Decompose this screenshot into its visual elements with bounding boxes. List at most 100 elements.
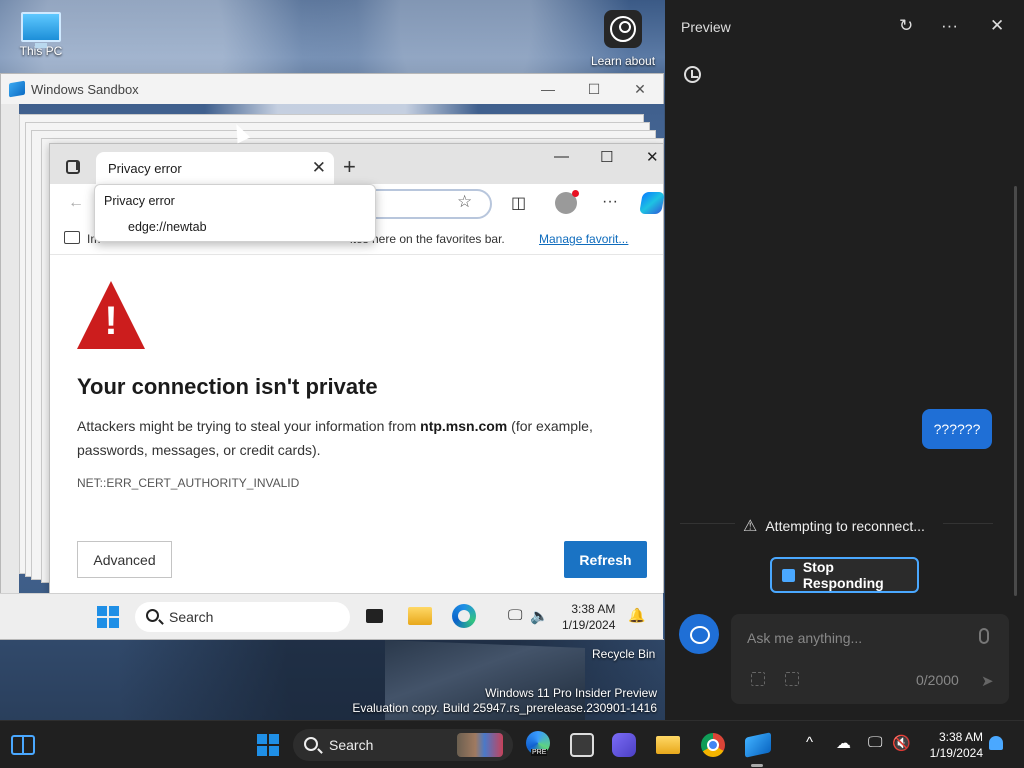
chat-input[interactable]: Ask me anything... xyxy=(747,630,862,646)
desktop-icon-recycle-bin[interactable]: Recycle Bin xyxy=(592,647,655,661)
desktop-icon-this-pc[interactable]: This PC xyxy=(12,8,70,58)
edge-icon[interactable] xyxy=(452,604,476,628)
divider xyxy=(680,523,735,524)
new-tab-button[interactable]: + xyxy=(343,154,356,180)
user-message-bubble: ?????? xyxy=(922,409,992,449)
split-screen-icon[interactable]: ◫ xyxy=(511,193,526,213)
clock-time: 3:38 AM xyxy=(938,730,983,744)
tab-close-icon[interactable]: ✕ xyxy=(312,158,326,178)
new-chat-icon[interactable] xyxy=(679,614,719,654)
sandbox-taskbar: Search 🖵 🔈 3:38 AM 1/19/2024 🔔 xyxy=(0,593,663,639)
pre-badge: PRE xyxy=(531,749,548,756)
network-icon[interactable]: 🖵 xyxy=(508,607,522,624)
stop-responding-button[interactable]: Stop Responding xyxy=(770,557,919,593)
volume-muted-icon[interactable]: 🔇 xyxy=(892,734,911,752)
search-box[interactable]: Search xyxy=(135,602,350,632)
reconnect-text: Attempting to reconnect... xyxy=(765,518,925,534)
file-explorer-icon[interactable] xyxy=(408,607,432,625)
more-menu-icon[interactable]: ··· xyxy=(602,193,618,211)
microphone-icon[interactable] xyxy=(979,628,989,644)
search-icon xyxy=(146,609,159,622)
search-icon xyxy=(304,737,318,751)
send-icon[interactable]: ➤ xyxy=(981,672,994,690)
maximize-button[interactable]: ☐ xyxy=(571,81,617,98)
build-watermark: Windows 11 Pro Insider Preview Evaluatio… xyxy=(352,686,657,716)
stop-icon xyxy=(782,568,795,582)
back-icon[interactable]: ← xyxy=(68,194,84,212)
close-button[interactable]: ✕ xyxy=(646,148,659,166)
manage-favorites-link[interactable]: Manage favorit... xyxy=(539,232,628,246)
widgets-icon[interactable] xyxy=(11,735,35,755)
network-icon[interactable]: 🖵 xyxy=(868,734,882,751)
minimize-button[interactable]: — xyxy=(554,148,569,165)
error-headline: Your connection isn't private xyxy=(77,374,378,399)
sandbox-icon xyxy=(9,80,25,98)
active-app-indicator xyxy=(751,764,763,767)
search-box[interactable]: Search xyxy=(293,729,513,761)
chrome-icon[interactable] xyxy=(701,733,725,757)
volume-icon[interactable]: 🔈 xyxy=(530,607,549,625)
close-button[interactable]: ✕ xyxy=(617,81,663,98)
edge-window: Privacy error ✕ + — ☐ ✕ ← ☆ ◫ ··· Im ite… xyxy=(49,143,665,594)
error-description: Attackers might be trying to steal your … xyxy=(77,418,593,458)
windows-sandbox-icon[interactable] xyxy=(745,732,771,758)
divider xyxy=(943,523,993,524)
clock-date: 1/19/2024 xyxy=(929,746,983,760)
suggestion-item[interactable]: Privacy error xyxy=(104,194,175,208)
history-icon[interactable] xyxy=(684,66,701,83)
sandbox-titlebar[interactable]: Windows Sandbox — ☐ ✕ xyxy=(1,74,663,104)
search-placeholder: Search xyxy=(169,609,214,625)
favorite-star-icon[interactable]: ☆ xyxy=(457,192,472,212)
maximize-button[interactable]: ☐ xyxy=(600,148,613,166)
favorites-folder-icon xyxy=(64,231,80,244)
start-icon[interactable] xyxy=(97,606,119,628)
search-placeholder: Search xyxy=(329,737,374,753)
monitor-icon xyxy=(21,12,61,48)
desktop-icon-learn-about[interactable]: Learn about xyxy=(588,10,658,68)
chat-input-box[interactable]: Ask me anything... 0/2000 ➤ xyxy=(731,614,1009,704)
task-view-icon[interactable] xyxy=(366,609,383,623)
watermark-line: Evaluation copy. Build 25947.rs_prerelea… xyxy=(352,701,657,715)
suggestion-item[interactable]: edge://newtab xyxy=(128,220,207,234)
error-domain: ntp.msn.com xyxy=(420,418,508,434)
search-highlight-image xyxy=(457,733,503,757)
error-code: NET::ERR_CERT_AUTHORITY_INVALID xyxy=(77,476,300,490)
tab-actions-icon[interactable] xyxy=(66,160,80,174)
notification-bell-icon[interactable]: 🔔 xyxy=(628,607,645,624)
clock[interactable]: 3:38 AM 1/19/2024 xyxy=(562,601,615,633)
profile-avatar[interactable] xyxy=(555,190,579,214)
panel-title: Preview xyxy=(681,19,731,35)
preview-panel: Preview ↻ ··· ✕ ?????? ⚠ Attempting to r… xyxy=(665,0,1024,720)
char-counter: 0/2000 xyxy=(916,672,959,688)
close-icon[interactable]: ✕ xyxy=(990,16,1004,36)
refresh-icon[interactable]: ↻ xyxy=(899,16,913,36)
task-view-icon[interactable] xyxy=(570,733,594,757)
reconnect-status: ⚠ Attempting to reconnect... xyxy=(743,516,925,536)
clock[interactable]: 3:38 AM 1/19/2024 xyxy=(925,729,983,761)
refresh-button[interactable]: Refresh xyxy=(564,541,647,578)
tab-privacy-error[interactable]: Privacy error ✕ xyxy=(96,152,334,184)
onedrive-cloud-icon[interactable]: ☁ xyxy=(836,734,851,752)
minimize-button[interactable]: — xyxy=(525,81,571,98)
tab-title: Privacy error xyxy=(108,160,182,176)
learn-about-icon xyxy=(604,10,642,48)
tab-bar: Privacy error ✕ + — ☐ ✕ xyxy=(50,144,663,184)
copilot-icon[interactable] xyxy=(639,192,665,214)
image-add-icon[interactable] xyxy=(751,672,765,686)
screenshot-icon[interactable] xyxy=(785,672,799,686)
advanced-button[interactable]: Advanced xyxy=(77,541,172,578)
start-icon[interactable] xyxy=(257,734,279,756)
error-page: ! Your connection isn't private Attacker… xyxy=(50,254,663,594)
warning-icon: ⚠ xyxy=(743,518,758,535)
more-options-icon[interactable]: ··· xyxy=(941,16,958,36)
file-explorer-icon[interactable] xyxy=(656,736,680,754)
taskbar: Search PRE ^ ☁ 🖵 🔇 3:38 AM 1/19/2024 xyxy=(0,720,1024,768)
sandbox-title: Windows Sandbox xyxy=(31,81,139,97)
clock-time: 3:38 AM xyxy=(571,602,616,616)
scrollbar[interactable] xyxy=(1014,186,1017,596)
show-hidden-icons-chevron[interactable]: ^ xyxy=(806,734,813,751)
watermark-line: Windows 11 Pro Insider Preview xyxy=(485,686,657,700)
notification-bell-icon[interactable] xyxy=(989,736,1003,750)
teams-icon[interactable] xyxy=(612,733,636,757)
clock-date: 1/19/2024 xyxy=(562,618,616,632)
